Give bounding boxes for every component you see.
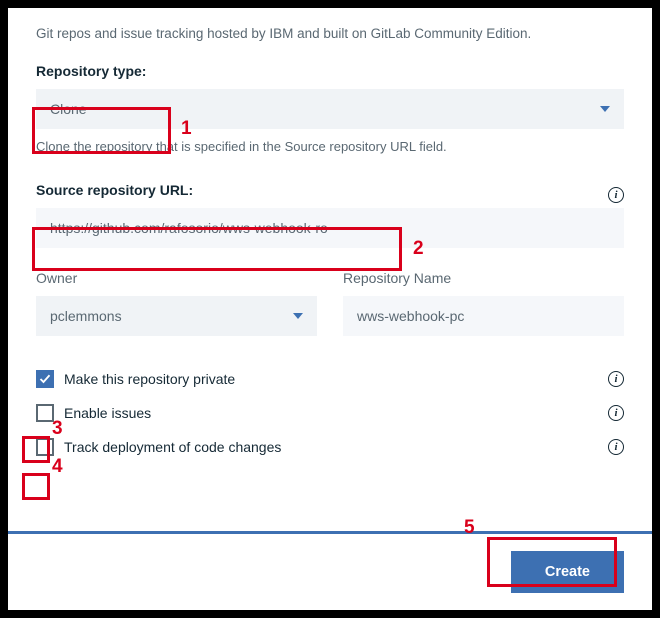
track-checkbox[interactable] (36, 438, 54, 456)
track-label: Track deployment of code changes (64, 439, 281, 455)
annotation-box (22, 473, 50, 500)
private-label: Make this repository private (64, 371, 235, 387)
source-url-input[interactable] (36, 208, 624, 248)
repo-name-label: Repository Name (343, 270, 624, 286)
repo-type-select[interactable]: Clone (36, 89, 624, 129)
issues-label: Enable issues (64, 405, 151, 421)
repo-type-helper: Clone the repository that is specified i… (36, 139, 624, 154)
info-icon[interactable]: i (608, 439, 624, 455)
issues-checkbox[interactable] (36, 404, 54, 422)
chevron-down-icon (293, 313, 303, 319)
owner-label: Owner (36, 270, 317, 286)
check-icon (39, 373, 51, 385)
private-checkbox[interactable] (36, 370, 54, 388)
footer: Create (8, 534, 652, 610)
chevron-down-icon (600, 106, 610, 112)
config-panel: Git repos and issue tracking hosted by I… (8, 8, 652, 610)
create-button[interactable]: Create (511, 551, 624, 593)
owner-value: pclemmons (50, 308, 122, 324)
page-description: Git repos and issue tracking hosted by I… (36, 26, 624, 41)
source-url-label: Source repository URL: (36, 182, 193, 198)
repo-type-label: Repository type: (36, 63, 624, 79)
repo-name-input[interactable] (343, 296, 624, 336)
repo-type-value: Clone (50, 101, 87, 117)
info-icon[interactable]: i (608, 405, 624, 421)
info-icon[interactable]: i (608, 371, 624, 387)
info-icon[interactable]: i (608, 187, 624, 203)
owner-select[interactable]: pclemmons (36, 296, 317, 336)
